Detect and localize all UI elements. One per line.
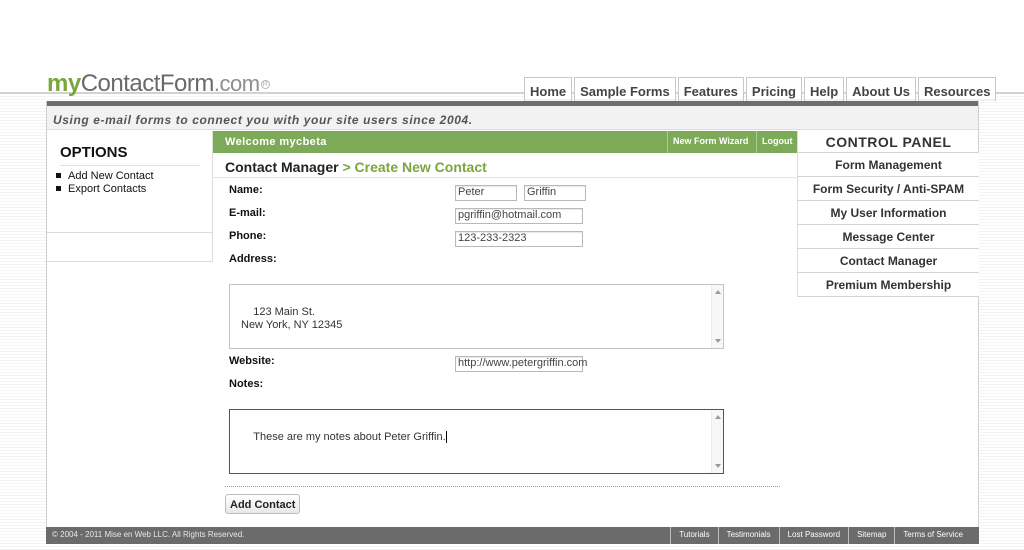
notes-text: These are my notes about Peter Griffin.: [253, 431, 446, 443]
welcome-bar: Welcome mycbeta New Form Wizard Logout: [213, 131, 797, 153]
tagline-bar: Using e-mail forms to connect you with y…: [47, 106, 978, 130]
scroll-down-icon[interactable]: [715, 339, 721, 343]
option-export-contacts[interactable]: Export Contacts: [56, 183, 206, 196]
address-text: 123 Main St. New York, NY 12345: [241, 306, 343, 331]
title-sub: > Create New Contact: [338, 159, 487, 175]
nav-resources[interactable]: Resources: [917, 77, 997, 101]
add-contact-button[interactable]: Add Contact: [225, 494, 301, 514]
new-form-wizard-link[interactable]: New Form Wizard: [667, 131, 753, 153]
options-divider: [47, 232, 213, 233]
bullet-icon: [56, 172, 61, 178]
cp-message-center[interactable]: Message Center: [797, 225, 979, 249]
email-label: E-mail:: [229, 207, 266, 219]
scroll-up-icon[interactable]: [715, 290, 721, 294]
scroll-down-icon[interactable]: [715, 464, 721, 468]
first-name-input[interactable]: Peter: [455, 185, 517, 201]
page-title: Contact Manager > Create New Contact: [225, 159, 487, 175]
options-title: OPTIONS: [60, 144, 200, 166]
logout-link[interactable]: Logout: [756, 131, 798, 153]
logo-com: .com: [213, 71, 260, 96]
nav-about-us[interactable]: About Us: [846, 77, 916, 101]
cp-form-management[interactable]: Form Management: [797, 153, 979, 177]
scroll-up-icon[interactable]: [715, 415, 721, 419]
control-panel-title: CONTROL PANEL: [797, 131, 979, 153]
website-label: Website:: [229, 355, 275, 367]
copyright-text: © 2004 - 2011 Mise en Web LLC. All Right…: [52, 530, 245, 539]
registered-icon: R: [260, 80, 270, 89]
bullet-icon: [56, 185, 61, 191]
nav-pricing[interactable]: Pricing: [745, 77, 802, 101]
notes-scrollbar[interactable]: [711, 410, 723, 473]
notes-label: Notes:: [229, 378, 264, 390]
footer-terms-of-service[interactable]: Terms of Service: [894, 527, 971, 544]
title-main: Contact Manager: [225, 159, 339, 175]
logo-contactform: ContactForm: [80, 70, 215, 97]
notes-textarea[interactable]: These are my notes about Peter Griffin.: [229, 409, 724, 474]
address-label: Address:: [229, 253, 277, 265]
main-nav: Home Sample Forms Features Pricing Help …: [524, 77, 997, 101]
site-logo[interactable]: myContactForm.com R: [47, 70, 270, 98]
email-input[interactable]: pgriffin@hotmail.com: [455, 208, 583, 224]
cp-premium-membership[interactable]: Premium Membership: [797, 273, 979, 297]
footer-sitemap[interactable]: Sitemap: [848, 527, 894, 544]
phone-input[interactable]: 123-233-2323: [455, 231, 583, 247]
text-cursor: [445, 431, 447, 444]
tagline: Using e-mail forms to connect you with y…: [53, 113, 473, 127]
nav-sample-forms[interactable]: Sample Forms: [574, 77, 676, 101]
footer-links: Tutorials Testimonials Lost Password Sit…: [670, 527, 971, 544]
nav-features[interactable]: Features: [677, 77, 744, 101]
nav-help[interactable]: Help: [804, 77, 845, 101]
options-panel: OPTIONS Add New Contact Export Contacts: [47, 131, 213, 262]
option-label: Export Contacts: [68, 183, 147, 195]
logo-my: my: [47, 70, 81, 97]
cp-contact-manager[interactable]: Contact Manager: [797, 249, 979, 273]
footer: © 2004 - 2011 Mise en Web LLC. All Right…: [46, 527, 979, 544]
cp-form-security[interactable]: Form Security / Anti-SPAM: [797, 177, 979, 201]
nav-home[interactable]: Home: [524, 77, 573, 101]
form-divider: [225, 486, 780, 487]
title-divider: [213, 177, 797, 178]
footer-tutorials[interactable]: Tutorials: [670, 527, 717, 544]
control-panel: CONTROL PANEL Form Management Form Secur…: [797, 131, 979, 297]
last-name-input[interactable]: Griffin: [524, 185, 586, 201]
name-label: Name:: [229, 184, 263, 196]
footer-lost-password[interactable]: Lost Password: [778, 527, 848, 544]
address-textarea[interactable]: 123 Main St. New York, NY 12345: [229, 284, 724, 349]
cp-my-user-information[interactable]: My User Information: [797, 201, 979, 225]
main-frame: Using e-mail forms to connect you with y…: [46, 101, 979, 544]
welcome-text: Welcome mycbeta: [225, 136, 327, 148]
address-scrollbar[interactable]: [711, 285, 723, 348]
footer-testimonials[interactable]: Testimonials: [717, 527, 779, 544]
website-input[interactable]: http://www.petergriffin.com: [455, 356, 587, 372]
options-list: Add New Contact Export Contacts: [56, 170, 206, 196]
option-add-new-contact[interactable]: Add New Contact: [56, 170, 206, 183]
phone-label: Phone:: [229, 230, 267, 242]
option-label: Add New Contact: [68, 170, 154, 182]
